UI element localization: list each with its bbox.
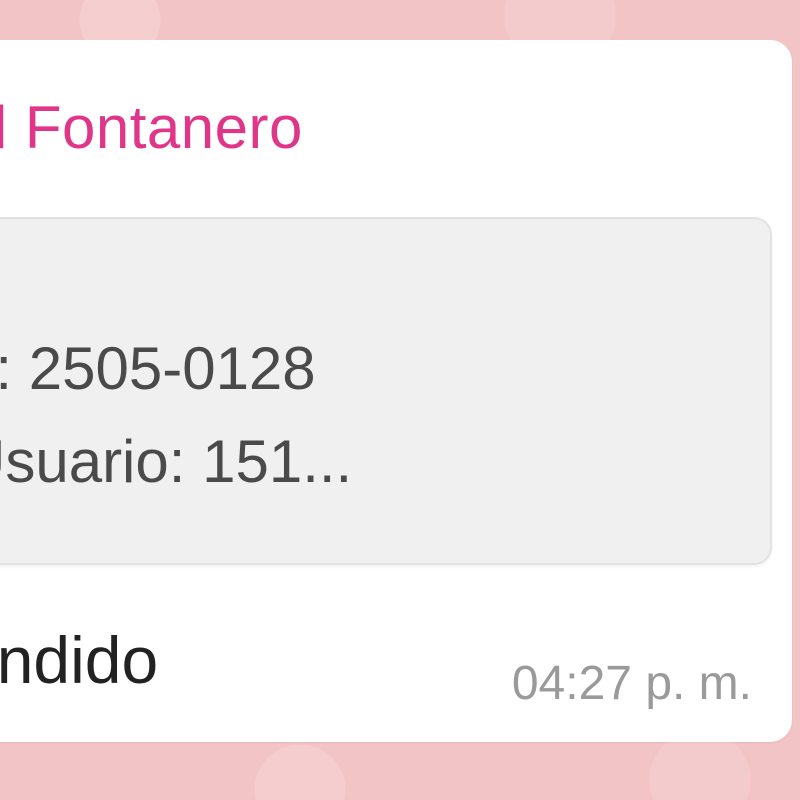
message-text: endido xyxy=(0,623,159,697)
quoted-message[interactable]: ú olio: 2505-0128 D Usuario: 151... xyxy=(0,217,772,565)
quoted-folio-line: olio: 2505-0128 xyxy=(0,335,316,402)
message-timestamp: 04:27 p. m. xyxy=(511,657,752,710)
message-bubble[interactable]: ul Fontanero ú olio: 2505-0128 D Usuario… xyxy=(0,40,792,742)
sender-name[interactable]: ul Fontanero xyxy=(0,98,303,158)
quoted-user-id-line: D Usuario: 151... xyxy=(0,428,353,495)
